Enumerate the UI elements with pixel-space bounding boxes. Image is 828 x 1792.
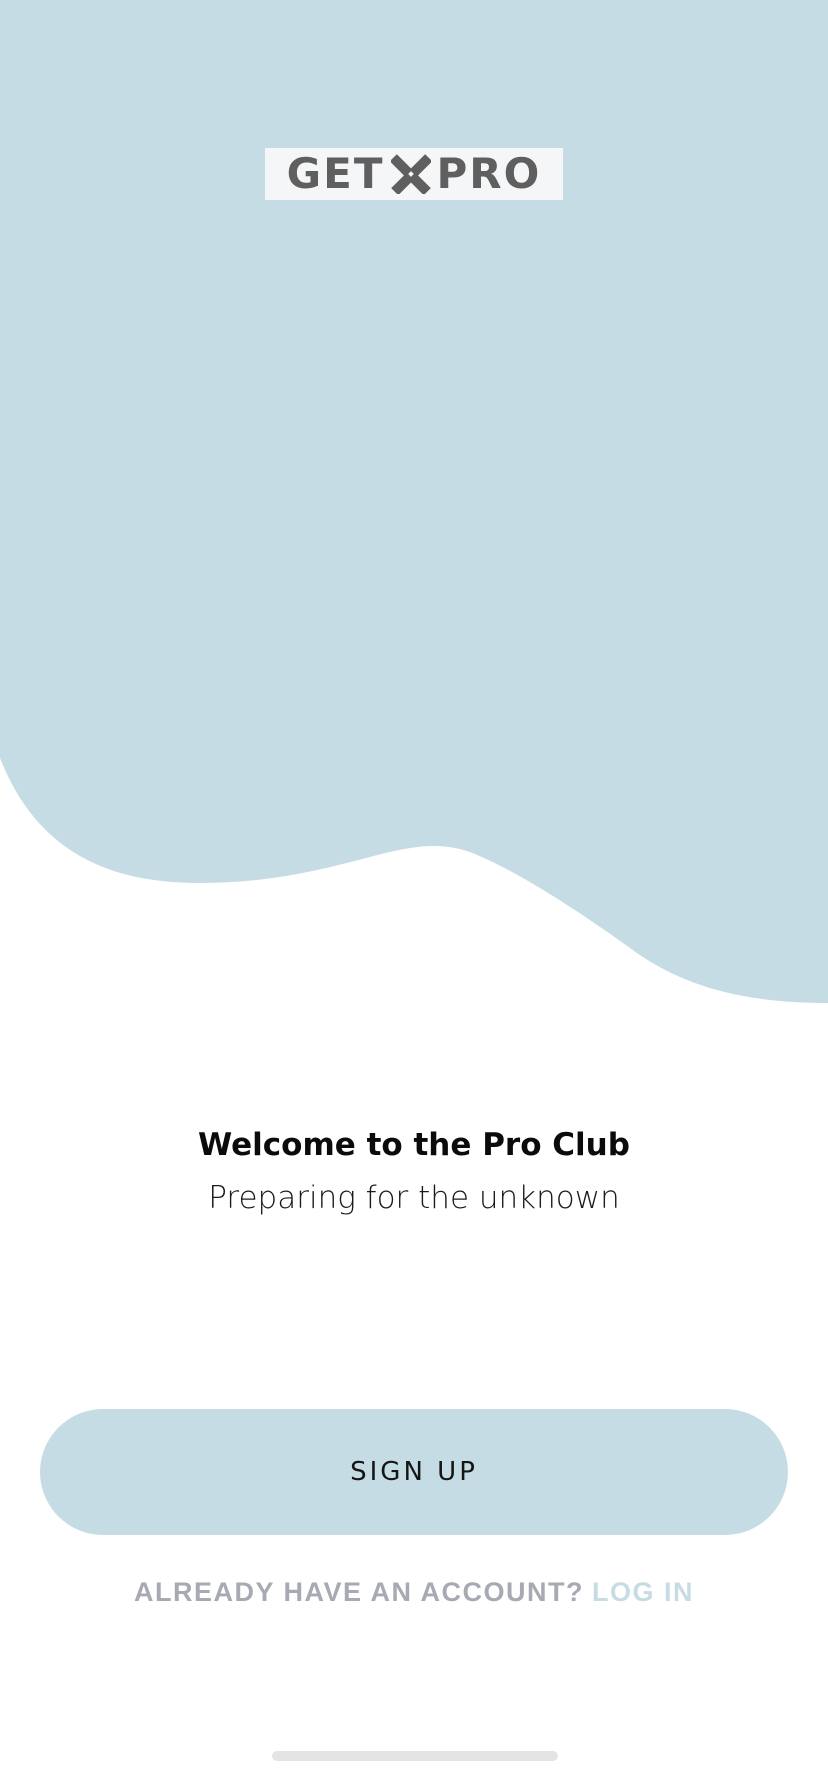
logo-text-get: GET — [286, 149, 385, 198]
account-prompt-text: ALREADY HAVE AN ACCOUNT? — [133, 1577, 584, 1607]
home-indicator[interactable] — [272, 1751, 558, 1761]
login-prompt: ALREADY HAVE AN ACCOUNT? LOG IN — [0, 1572, 828, 1612]
welcome-screen: GET PRO Welcome to the Pro Club Preparin… — [0, 0, 828, 1792]
welcome-title: Welcome to the Pro Club — [198, 1127, 630, 1163]
log-in-link[interactable]: LOG IN — [592, 1577, 694, 1607]
app-logo: GET PRO — [265, 148, 563, 200]
sign-up-label: SIGN UP — [350, 1457, 478, 1487]
logo-text-pro: PRO — [436, 149, 542, 198]
sign-up-button[interactable]: SIGN UP — [40, 1409, 788, 1535]
welcome-subtitle: Preparing for the unknown — [208, 1180, 620, 1216]
x-cross-icon — [390, 154, 431, 194]
